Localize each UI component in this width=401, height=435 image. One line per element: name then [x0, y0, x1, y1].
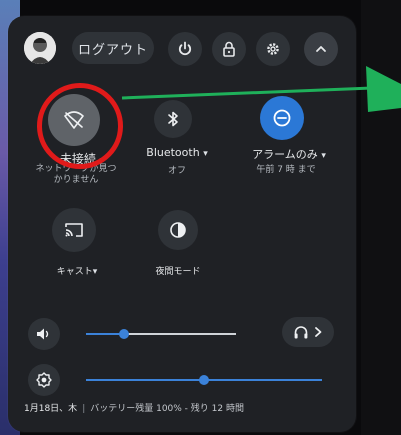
bluetooth-icon: [168, 111, 178, 127]
bluetooth-label[interactable]: Bluetooth ▾: [136, 146, 218, 159]
headphones-icon: [294, 326, 308, 339]
power-icon: [178, 41, 192, 56]
mute-button[interactable]: [28, 318, 60, 350]
status-footer: 1月18日、木 | バッテリー残量 100% - 残り 12 時間: [24, 401, 244, 414]
date-label[interactable]: 1月18日、木: [24, 404, 77, 414]
brightness-icon: [36, 372, 52, 388]
volume-icon: [37, 328, 49, 340]
volume-slider-thumb[interactable]: [119, 329, 129, 339]
quick-settings-header: ログアウト: [8, 30, 356, 70]
gear-icon: [267, 43, 279, 55]
collapse-button[interactable]: [304, 32, 338, 66]
chevron-down-icon: ▾: [203, 149, 208, 159]
lock-icon: [223, 41, 235, 57]
cast-icon: [65, 223, 83, 237]
bluetooth-substatus: オフ: [167, 166, 186, 176]
battery-status[interactable]: バッテリー残量 100% - 残り 12 時間: [90, 404, 244, 414]
logout-label: ログアウト: [77, 42, 148, 58]
bluetooth-title: Bluetooth: [146, 146, 200, 159]
cast-label[interactable]: キャスト▾: [42, 264, 112, 277]
bluetooth-toggle[interactable]: [154, 100, 192, 138]
chevron-down-icon: ▾: [92, 267, 98, 277]
audio-settings-button[interactable]: [282, 317, 334, 347]
chevron-down-icon: ▾: [321, 151, 326, 161]
desktop-background: [361, 0, 401, 435]
user-avatar[interactable]: [24, 32, 56, 64]
logout-button[interactable]: ログアウト: [72, 32, 154, 64]
divider: |: [82, 404, 86, 414]
settings-button[interactable]: [256, 32, 290, 66]
brightness-button: [28, 364, 60, 396]
annotation-circle: [37, 83, 123, 169]
brightness-slider-fill: [86, 379, 204, 381]
alarm-title: アラームのみ: [252, 148, 318, 161]
chevron-up-icon: [316, 46, 326, 52]
night-mode-toggle[interactable]: [158, 210, 198, 250]
cast-toggle[interactable]: [52, 208, 96, 252]
alarm-label[interactable]: アラームのみ ▾: [234, 146, 344, 162]
screen: ログアウト 未接続 ▾ ネットワークが見つかりません Bluetooth ▾ オ…: [0, 0, 401, 435]
dark-mode-icon: [170, 222, 186, 238]
chevron-right-icon: [315, 327, 322, 337]
brightness-slider-thumb[interactable]: [199, 375, 209, 385]
avatar-image: [24, 32, 56, 64]
quick-settings-panel: ログアウト 未接続 ▾ ネットワークが見つかりません Bluetooth ▾ オ…: [8, 16, 356, 432]
cast-title: キャスト: [56, 267, 93, 277]
power-button[interactable]: [168, 32, 202, 66]
do-not-disturb-icon: [273, 109, 291, 127]
lock-button[interactable]: [212, 32, 246, 66]
night-mode-label: 夜間モード: [155, 267, 201, 277]
brightness-slider-track[interactable]: [204, 379, 322, 381]
do-not-disturb-toggle[interactable]: [260, 96, 304, 140]
alarm-substatus: 午前 7 時 まで: [256, 165, 316, 175]
volume-slider-track[interactable]: [124, 333, 236, 335]
